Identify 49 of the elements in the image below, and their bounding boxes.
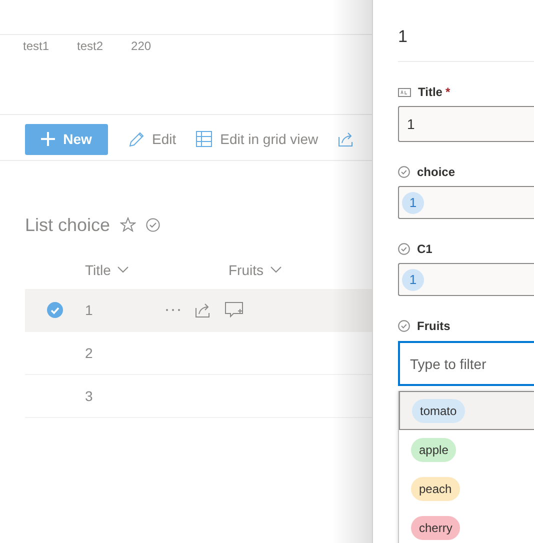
choice-pill: 1 <box>402 268 424 290</box>
row-title: 3 <box>85 386 94 406</box>
star-icon[interactable] <box>120 217 136 233</box>
text-field[interactable]: 1 <box>398 106 534 142</box>
column-header[interactable]: Title <box>85 260 111 280</box>
text-field-icon <box>398 88 411 96</box>
panel-title: 1 <box>398 0 534 62</box>
check-circle-icon <box>398 243 410 255</box>
share-icon[interactable] <box>195 302 211 318</box>
dropdown-option[interactable]: tomato <box>399 391 534 430</box>
required-mark: * <box>445 84 450 101</box>
row-title: 1 <box>85 300 94 320</box>
choice-pill: 1 <box>402 192 424 214</box>
dropdown-option[interactable]: cherry <box>399 508 534 543</box>
pencil-icon <box>128 131 144 147</box>
fruit-tag: apple <box>411 438 456 462</box>
check-circle-icon <box>398 166 410 178</box>
dropdown-option[interactable]: peach <box>399 469 534 508</box>
new-button[interactable]: New <box>25 124 108 154</box>
check-circle-icon <box>398 320 410 332</box>
field-label: C1 <box>417 241 432 258</box>
comment-icon[interactable] <box>225 302 243 318</box>
filter-field[interactable]: Type to filter <box>398 341 534 386</box>
grid-icon <box>196 131 212 147</box>
choice-field[interactable]: 1 <box>398 186 534 219</box>
edit-grid-button[interactable]: Edit in grid view <box>196 128 318 150</box>
field-label: choice <box>417 164 456 181</box>
check-circle-icon[interactable] <box>47 302 63 318</box>
cell-text: 220 <box>131 38 152 55</box>
fruit-tag: cherry <box>411 516 460 540</box>
choice-field[interactable]: 1 <box>398 263 534 296</box>
column-header[interactable]: Fruits <box>228 260 264 280</box>
list-title: List choice <box>25 214 110 236</box>
chevron-down-icon[interactable] <box>270 266 282 274</box>
plus-icon <box>41 132 56 146</box>
chevron-down-icon[interactable] <box>116 266 129 274</box>
list-row[interactable]: 1 <box>25 289 372 332</box>
row-title: 2 <box>85 344 94 362</box>
field-label: Title <box>418 84 442 101</box>
cell-text: test2 <box>77 38 104 55</box>
check-circle-icon <box>146 218 160 232</box>
edit-button[interactable]: Edit <box>128 128 176 150</box>
share-icon[interactable] <box>338 131 354 147</box>
more-icon[interactable] <box>165 308 181 312</box>
fruit-tag: peach <box>411 476 460 500</box>
field-label: Fruits <box>417 318 450 335</box>
cell-text: test1 <box>23 38 50 55</box>
fruit-tag: tomato <box>412 398 465 422</box>
dropdown-option[interactable]: apple <box>399 430 534 469</box>
